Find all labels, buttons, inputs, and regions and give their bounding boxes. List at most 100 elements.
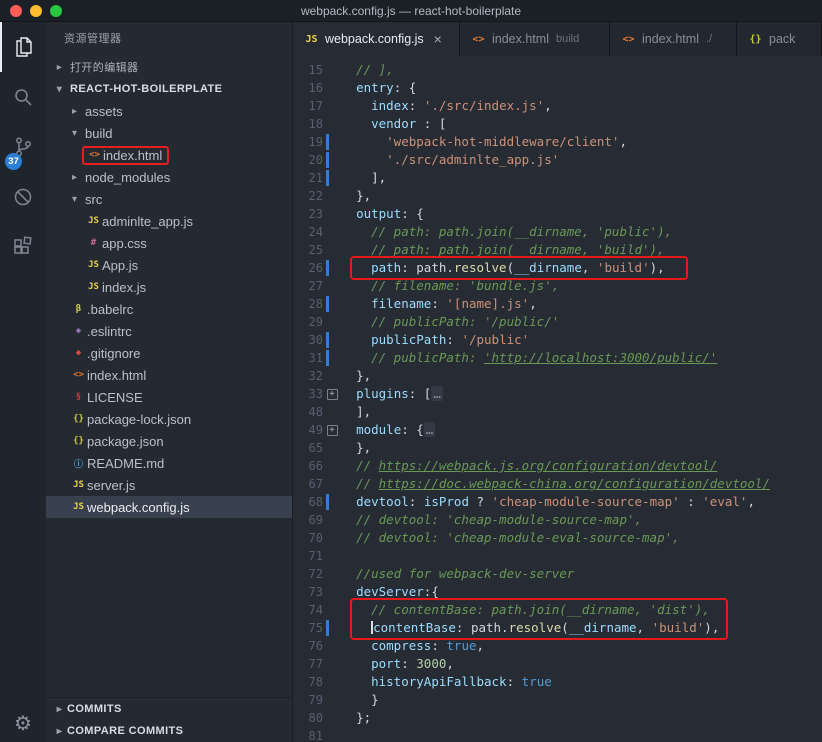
tree-folder-打开的编辑器[interactable]: ▸ 打开的编辑器 — [46, 56, 292, 78]
code-text: entry: { — [356, 80, 417, 95]
code-line-70[interactable]: 70 // devtool: 'cheap-module-eval-source… — [293, 529, 822, 547]
line-number: 19 — [308, 135, 323, 149]
tree-file-adminlte-app-js[interactable]: JS adminlte_app.js — [46, 210, 292, 232]
line-number: 24 — [308, 225, 323, 239]
code-line-27[interactable]: 27 // filename: 'bundle.js', — [293, 277, 822, 295]
code-line-67[interactable]: 67 // https://doc.webpack-china.org/conf… — [293, 475, 822, 493]
code-line-20[interactable]: 20 './src/adminlte_app.js' — [293, 151, 822, 169]
section-compare-commits[interactable]: ▸ COMPARE COMMITS — [46, 720, 292, 742]
tree-file-app-js[interactable]: JS App.js — [46, 254, 292, 276]
tree-file--babelrc[interactable]: β .babelrc — [46, 298, 292, 320]
extensions-icon[interactable] — [0, 222, 46, 272]
git-change-indicator — [326, 170, 329, 186]
code-line-29[interactable]: 29 // publicPath: '/public/' — [293, 313, 822, 331]
js-file-icon: JS — [88, 282, 99, 292]
code-line-80[interactable]: 80 }; — [293, 709, 822, 727]
tree-folder-build[interactable]: ▾ build — [46, 122, 292, 144]
tree-file-index-js[interactable]: JS index.js — [46, 276, 292, 298]
js-file-icon: JS — [88, 260, 99, 270]
tree-file-index-html[interactable]: <> index.html — [46, 144, 292, 166]
tree-file--eslintrc[interactable]: ◈ .eslintrc — [46, 320, 292, 342]
code-line-76[interactable]: 76 compress: true, — [293, 637, 822, 655]
source-control-icon[interactable]: 37 — [0, 122, 46, 172]
line-number: 68 — [308, 495, 323, 509]
tree-folder-node-modules[interactable]: ▸ node_modules — [46, 166, 292, 188]
code-line-33[interactable]: 33 + plugins: [… — [293, 385, 822, 403]
tree-file-index-html[interactable]: <> index.html — [46, 364, 292, 386]
code-line-49[interactable]: 49 + module: {… — [293, 421, 822, 439]
tree-folder-src[interactable]: ▾ src — [46, 188, 292, 210]
code-line-25[interactable]: 25 // path: path.join(__dirname, 'build'… — [293, 241, 822, 259]
code-line-17[interactable]: 17 index: './src/index.js', — [293, 97, 822, 115]
code-line-15[interactable]: 15 // ], — [293, 61, 822, 79]
code-text: historyApiFallback: true — [371, 674, 552, 689]
code-editor[interactable]: 15 // ], 16 entry: {17 index: './src/inde… — [293, 56, 822, 742]
code-line-69[interactable]: 69 // devtool: 'cheap-module-source-map'… — [293, 511, 822, 529]
fold-expand-icon[interactable]: + — [323, 385, 341, 403]
git-change-indicator — [326, 152, 329, 168]
settings-gear-icon[interactable]: ⚙ — [0, 704, 46, 742]
close-tab-icon[interactable]: × — [434, 31, 442, 47]
code-line-65[interactable]: 65 }, — [293, 439, 822, 457]
search-icon[interactable] — [0, 72, 46, 122]
chevron-right-icon: ▸ — [56, 61, 63, 73]
fold-gutter — [323, 673, 341, 691]
item-label: server.js — [87, 477, 136, 493]
tree-file-server-js[interactable]: JS server.js — [46, 474, 292, 496]
code-line-68[interactable]: 68 devtool: isProd ? 'cheap-module-sourc… — [293, 493, 822, 511]
code-line-77[interactable]: 77 port: 3000, — [293, 655, 822, 673]
file-tree: ▸ 打开的编辑器 ▾ REACT-HOT-BOILERPLATE ▸ assets ▾ bui… — [46, 56, 292, 697]
code-line-19[interactable]: 19 'webpack-hot-middleware/client', — [293, 133, 822, 151]
tab-pack[interactable]: {} pack — [737, 22, 822, 56]
code-line-32[interactable]: 32 }, — [293, 367, 822, 385]
code-text: publicPath: '/public' — [371, 332, 530, 347]
code-line-71[interactable]: 71 — [293, 547, 822, 565]
code-line-31[interactable]: 31 // publicPath: 'http://localhost:3000… — [293, 349, 822, 367]
item-label: index.html — [103, 147, 163, 163]
code-line-18[interactable]: 18 vendor : [ — [293, 115, 822, 133]
code-line-78[interactable]: 78 historyApiFallback: true — [293, 673, 822, 691]
fold-gutter — [323, 277, 341, 295]
fold-gutter — [323, 187, 341, 205]
file-entry: JS adminlte_app.js — [82, 214, 196, 229]
code-line-72[interactable]: 72 //used for webpack-dev-server — [293, 565, 822, 583]
item-label: app.css — [102, 235, 147, 251]
explorer-icon[interactable] — [0, 22, 46, 72]
tree-file-license[interactable]: § LICENSE — [46, 386, 292, 408]
code-line-21[interactable]: 21 ], — [293, 169, 822, 187]
json-file-icon: {} — [749, 33, 762, 45]
tree-file-package-lock-json[interactable]: {} package-lock.json — [46, 408, 292, 430]
code-line-73[interactable]: 73 devServer:{ — [293, 583, 822, 601]
code-line-28[interactable]: 28 filename: '[name].js', — [293, 295, 822, 313]
line-number: 25 — [308, 243, 323, 257]
tab-webpack-config-js[interactable]: JS webpack.config.js × — [293, 22, 460, 56]
tree-folder-assets[interactable]: ▸ assets — [46, 100, 292, 122]
fold-gutter — [323, 205, 341, 223]
code-line-16[interactable]: 16 entry: { — [293, 79, 822, 97]
code-line-30[interactable]: 30 publicPath: '/public' — [293, 331, 822, 349]
debug-icon[interactable] — [0, 172, 46, 222]
code-line-23[interactable]: 23 output: { — [293, 205, 822, 223]
tree-folder-react-hot-boilerplate[interactable]: ▾ REACT-HOT-BOILERPLATE — [46, 78, 292, 100]
code-line-22[interactable]: 22 }, — [293, 187, 822, 205]
item-label: .babelrc — [87, 301, 134, 317]
tab-index-html[interactable]: <> index.html ./ — [610, 22, 737, 56]
code-line-48[interactable]: 48 ], — [293, 403, 822, 421]
code-line-75[interactable]: 75 contentBase: path.resolve(__dirname, … — [293, 619, 822, 637]
code-line-79[interactable]: 79 } — [293, 691, 822, 709]
tree-file-app-css[interactable]: # app.css — [46, 232, 292, 254]
code-line-66[interactable]: 66 // https://webpack.js.org/configurati… — [293, 457, 822, 475]
fold-expand-icon[interactable]: + — [323, 421, 341, 439]
html-file-icon: <> — [622, 33, 635, 45]
tree-file-webpack-config-js[interactable]: JS webpack.config.js — [46, 496, 292, 518]
tree-file--gitignore[interactable]: ◆ .gitignore — [46, 342, 292, 364]
tab-index-html[interactable]: <> index.html build — [460, 22, 610, 56]
section-commits[interactable]: ▸ COMMITS — [46, 698, 292, 720]
code-line-81[interactable]: 81 — [293, 727, 822, 742]
code-line-26[interactable]: 26 path: path.resolve(__dirname, 'build'… — [293, 259, 822, 277]
html-file-icon: <> — [73, 370, 84, 380]
tree-file-package-json[interactable]: {} package.json — [46, 430, 292, 452]
code-line-24[interactable]: 24 // path: path.join(__dirname, 'public… — [293, 223, 822, 241]
code-line-74[interactable]: 74 // contentBase: path.join(__dirname, … — [293, 601, 822, 619]
tree-file-readme-md[interactable]: ⓘ README.md — [46, 452, 292, 474]
